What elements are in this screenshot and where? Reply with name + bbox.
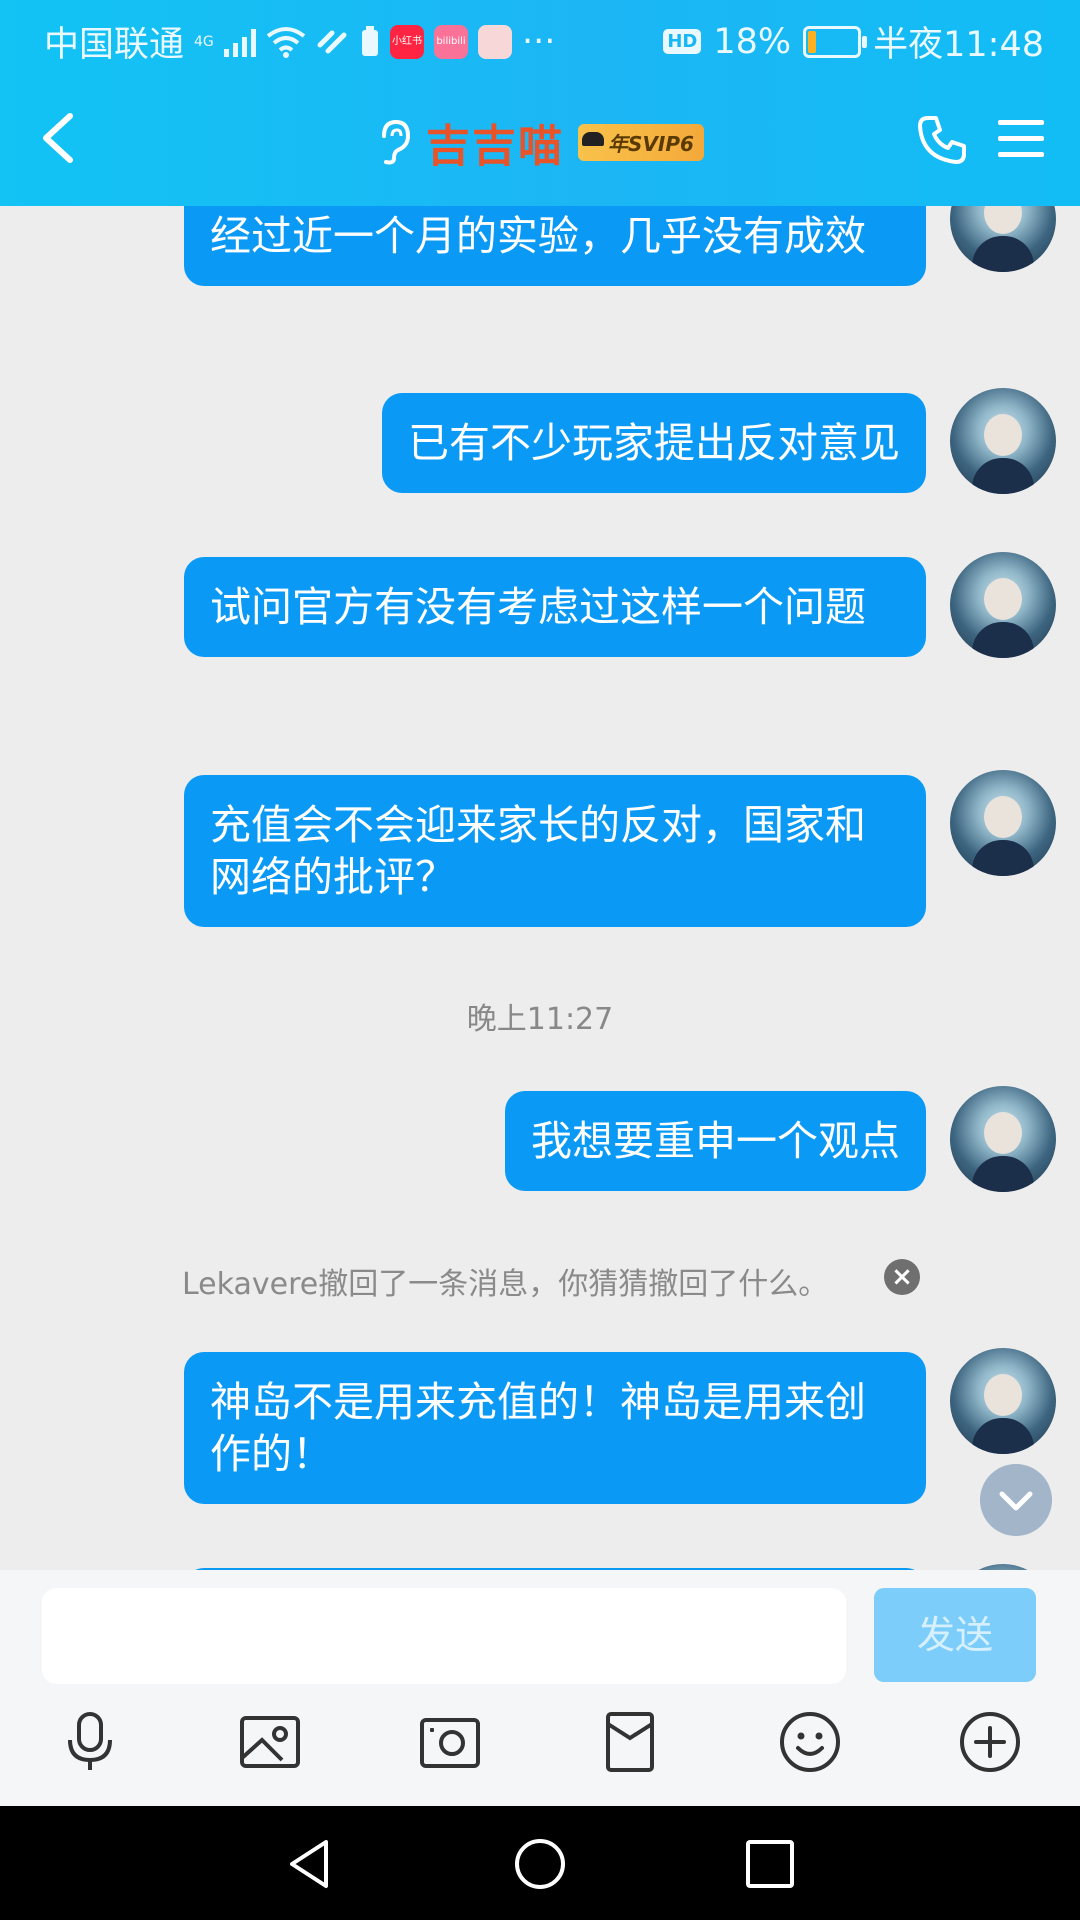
input-toolbar	[0, 1710, 1080, 1790]
send-button[interactable]: 发送	[874, 1588, 1036, 1682]
battery-icon	[803, 25, 868, 58]
photo-icon[interactable]	[238, 1710, 302, 1774]
svip-badge: 年SVIP6	[578, 123, 704, 161]
avatar[interactable]	[950, 1086, 1056, 1192]
emoji-icon[interactable]	[778, 1710, 842, 1774]
top-bar: 中国联通 4G 小红书 bilibili ··· HD 18% 半夜11:48 …	[0, 0, 1080, 206]
hd-icon: HD	[663, 29, 702, 54]
message-list[interactable]: 经过近一个月的实验，几乎没有成效 已有不少玩家提出反对意见 试问官方有没有考虑过…	[0, 206, 1080, 1570]
status-bar: 中国联通 4G 小红书 bilibili ··· HD 18% 半夜11:48	[0, 0, 1080, 76]
avatar[interactable]	[950, 206, 1056, 272]
message-timestamp: 晚上11:27	[466, 1002, 614, 1037]
message-bubble[interactable]: 我想要重申一个观点	[505, 1091, 926, 1191]
avatar[interactable]	[950, 770, 1056, 876]
wifi-icon	[266, 26, 306, 58]
back-nav-icon[interactable]	[282, 1836, 338, 1892]
bilibili-icon: bilibili	[434, 24, 469, 59]
avatar[interactable]	[950, 388, 1056, 494]
more-notifications: ···	[522, 21, 556, 62]
avatar[interactable]	[950, 552, 1056, 658]
input-panel: 发送	[0, 1570, 1080, 1806]
avatar[interactable]	[950, 1348, 1056, 1454]
battery-percent: 18%	[713, 21, 792, 62]
message-bubble[interactable]: 神岛不是用来充值的！神岛是用来创作的！	[184, 1352, 926, 1504]
ear-icon[interactable]	[376, 118, 412, 166]
chat-header: 吉吉喵 年SVIP6	[0, 90, 1080, 190]
network-type: 4G	[194, 33, 214, 50]
xiaohongshu-icon: 小红书	[390, 24, 425, 59]
menu-icon[interactable]	[998, 118, 1044, 160]
message-bubble[interactable]: 充值会不会迎来家长的反对，国家和网络的批评？	[184, 775, 926, 927]
recents-nav-icon[interactable]	[742, 1836, 798, 1892]
message-input[interactable]	[42, 1588, 846, 1684]
plus-icon[interactable]	[958, 1710, 1022, 1774]
camera-icon[interactable]	[418, 1710, 482, 1774]
message-bubble[interactable]: 已有不少玩家提出反对意见	[382, 393, 926, 493]
link-icon	[317, 30, 347, 53]
microphone-icon[interactable]	[58, 1710, 122, 1774]
app-notification-icon	[478, 24, 513, 59]
message-bubble[interactable]: 经过近一个月的实验，几乎没有成效	[184, 206, 926, 286]
home-nav-icon[interactable]	[512, 1836, 568, 1892]
system-navigation-bar	[0, 1806, 1080, 1920]
message-bubble[interactable]: 试问官方有没有考虑过这样一个问题	[184, 557, 926, 657]
chat-title[interactable]: 吉吉喵	[426, 110, 564, 174]
carrier-label: 中国联通	[44, 25, 185, 65]
scroll-to-bottom-icon[interactable]	[980, 1464, 1052, 1536]
phone-icon[interactable]	[914, 112, 970, 168]
clock: 半夜11:48	[873, 25, 1044, 65]
signal-icon	[224, 27, 257, 57]
battery-saver-icon	[362, 25, 379, 56]
recall-notice: Lekavere撤回了一条消息，你猜猜撤回了什么。	[182, 1267, 829, 1302]
red-packet-icon[interactable]	[598, 1710, 662, 1774]
close-icon[interactable]: ×	[884, 1259, 920, 1295]
